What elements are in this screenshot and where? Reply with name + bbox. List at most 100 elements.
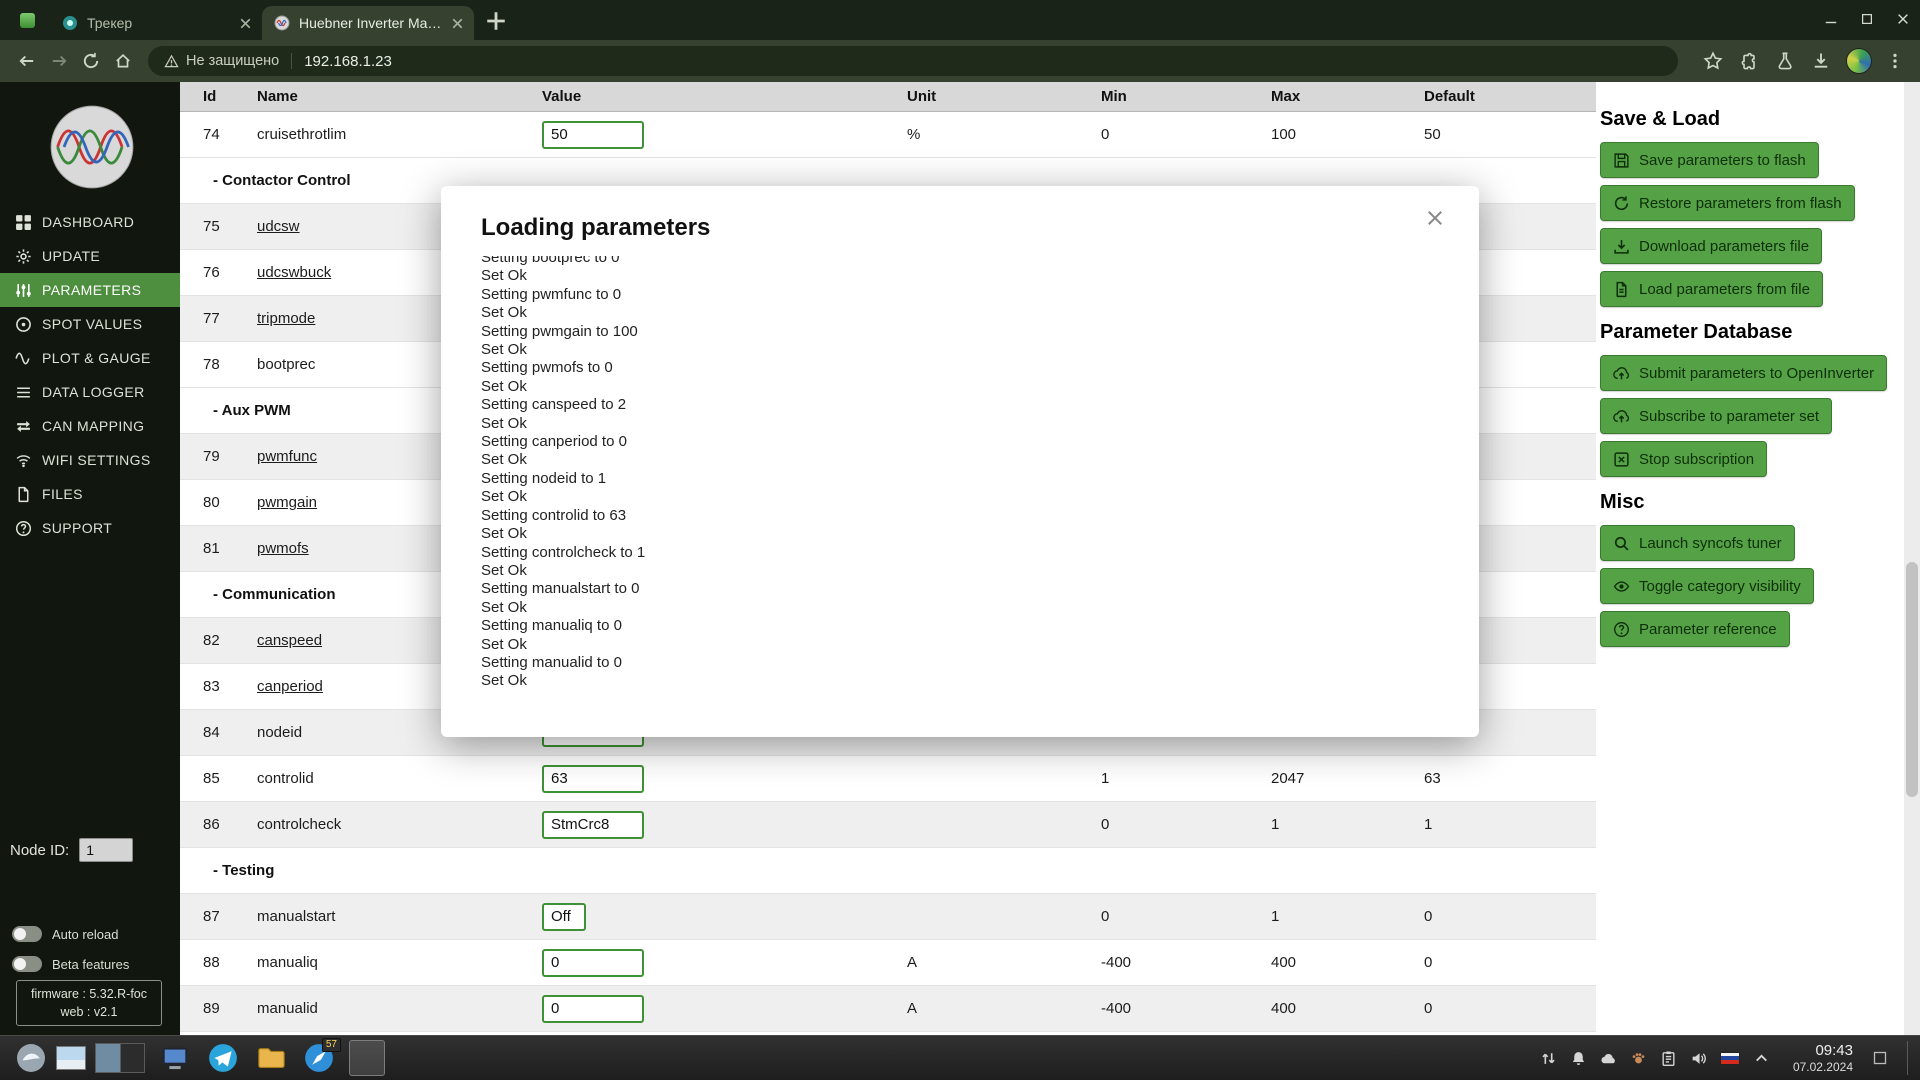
- show-desktop-edge[interactable]: [1907, 1041, 1914, 1075]
- window-menu-icon[interactable]: [14, 7, 40, 33]
- address-bar[interactable]: Не защищено 192.168.1.23: [148, 46, 1678, 76]
- close-window-icon[interactable]: [1896, 12, 1910, 26]
- save-parameters-to-flash-button[interactable]: Save parameters to flash: [1600, 142, 1819, 178]
- new-tab-button[interactable]: [482, 7, 510, 35]
- notifications-bell-icon[interactable]: [1570, 1050, 1587, 1067]
- param-value-input[interactable]: [542, 765, 644, 793]
- workspace-pager[interactable]: [95, 1043, 145, 1073]
- log-line: Set Ok: [481, 636, 1439, 654]
- sidebar-item-files[interactable]: FILES: [0, 477, 180, 511]
- log-line: Set Ok: [481, 599, 1439, 617]
- page-scrollbar[interactable]: [1904, 82, 1920, 1035]
- sidebar-item-support[interactable]: SUPPORT: [0, 511, 180, 545]
- sidebar-item-spot-values[interactable]: SPOT VALUES: [0, 307, 180, 341]
- log-line: Setting manualid to 0: [481, 654, 1439, 672]
- node-id-input[interactable]: [79, 838, 133, 862]
- sidebar-item-wifi-settings[interactable]: WIFI SETTINGS: [0, 443, 180, 477]
- bookmark-star-icon[interactable]: [1700, 48, 1726, 74]
- download-parameters-file-button[interactable]: Download parameters file: [1600, 228, 1822, 264]
- tab-close-icon[interactable]: [449, 15, 466, 32]
- show-desktop-icon[interactable]: [1872, 1050, 1888, 1066]
- section-label: - Aux PWM: [213, 402, 291, 419]
- clipboard-icon[interactable]: [1660, 1050, 1677, 1067]
- param-value-cell: [542, 995, 907, 1023]
- workspace-1[interactable]: [96, 1044, 120, 1072]
- clock: 09:43 07.02.2024: [1793, 1042, 1853, 1074]
- modal-close-icon[interactable]: [1425, 208, 1445, 228]
- tab-title: Трекер: [87, 15, 231, 31]
- log-line: Set Ok: [481, 304, 1439, 322]
- taskbar-terminal-icon[interactable]: [157, 1040, 193, 1076]
- param-value-input[interactable]: [542, 121, 644, 149]
- spot-values-icon: [15, 316, 32, 333]
- network-updown-icon[interactable]: [1540, 1050, 1557, 1067]
- param-max: 400: [1271, 1000, 1424, 1017]
- submit-parameters-to-openinverter-button[interactable]: Submit parameters to OpenInverter: [1600, 355, 1887, 391]
- sidebar-item-data-logger[interactable]: DATA LOGGER: [0, 375, 180, 409]
- reload-icon[interactable]: [76, 46, 106, 76]
- file-icon: [1613, 281, 1630, 298]
- start-menu-icon[interactable]: [15, 1042, 47, 1074]
- button-label: Launch syncofs tuner: [1639, 535, 1782, 552]
- restore-parameters-from-flash-button[interactable]: Restore parameters from flash: [1600, 185, 1855, 221]
- button-label: Subscribe to parameter set: [1639, 408, 1819, 425]
- notification-badge: 57: [322, 1038, 341, 1052]
- extensions-puzzle-icon[interactable]: [1736, 48, 1762, 74]
- beta-features-toggle[interactable]: [12, 956, 42, 972]
- sidebar-item-parameters[interactable]: PARAMETERS: [0, 273, 180, 307]
- param-id: 83: [203, 678, 257, 695]
- maximize-icon[interactable]: [1860, 12, 1874, 26]
- param-value-input[interactable]: [542, 903, 586, 931]
- param-max: 1: [1271, 908, 1424, 925]
- launch-syncofs-tuner-button[interactable]: Launch syncofs tuner: [1600, 525, 1795, 561]
- security-label: Не защищено: [186, 53, 279, 69]
- taskbar-chromium-icon[interactable]: [349, 1040, 385, 1076]
- taskbar-messenger-icon[interactable]: [205, 1040, 241, 1076]
- table-row: 85controlid1204763: [180, 756, 1596, 802]
- paw-app-icon[interactable]: [1630, 1050, 1647, 1067]
- param-id: 88: [203, 954, 257, 971]
- home-icon[interactable]: [108, 46, 138, 76]
- param-name: manualstart: [257, 908, 542, 925]
- forward-icon[interactable]: [44, 46, 74, 76]
- load-parameters-from-file-button[interactable]: Load parameters from file: [1600, 271, 1823, 307]
- param-value-input[interactable]: [542, 949, 644, 977]
- cloud-sync-icon[interactable]: [1600, 1050, 1617, 1067]
- browser-tab[interactable]: Huebner Inverter Managem: [262, 6, 474, 40]
- browser-tab[interactable]: Трекер: [50, 6, 262, 40]
- files-icon: [15, 486, 32, 503]
- param-value-input[interactable]: [542, 811, 644, 839]
- update-icon: [15, 248, 32, 265]
- sidebar-item-plot-gauge[interactable]: PLOT & GAUGE: [0, 341, 180, 375]
- minimize-icon[interactable]: [1824, 12, 1838, 26]
- downloads-icon[interactable]: [1808, 48, 1834, 74]
- taskbar-browser-compass-icon[interactable]: 57: [301, 1040, 337, 1076]
- volume-icon[interactable]: [1690, 1050, 1707, 1067]
- param-value-cell: [542, 811, 907, 839]
- scrollbar-thumb[interactable]: [1906, 562, 1918, 797]
- tray-expand-chevron-icon[interactable]: [1753, 1050, 1770, 1067]
- subscribe-to-parameter-set-button[interactable]: Subscribe to parameter set: [1600, 398, 1832, 434]
- profile-avatar[interactable]: [1846, 48, 1872, 74]
- security-chip[interactable]: Не защищено: [164, 53, 279, 69]
- back-icon[interactable]: [12, 46, 42, 76]
- param-unit: A: [907, 1000, 1101, 1017]
- taskbar-file-manager-icon[interactable]: [253, 1040, 289, 1076]
- auto-reload-toggle[interactable]: [12, 926, 42, 942]
- experiments-flask-icon[interactable]: [1772, 48, 1798, 74]
- sidebar-item-dashboard[interactable]: DASHBOARD: [0, 205, 180, 239]
- toggle-category-visibility-button[interactable]: Toggle category visibility: [1600, 568, 1814, 604]
- auto-reload-label: Auto reload: [52, 927, 119, 942]
- tab-close-icon[interactable]: [237, 15, 254, 32]
- browser-menu-kebab-icon[interactable]: [1882, 48, 1908, 74]
- sidebar-item-update[interactable]: UPDATE: [0, 239, 180, 273]
- keyboard-layout-flag-ru[interactable]: [1720, 1052, 1740, 1065]
- sidebar-item-can-mapping[interactable]: CAN MAPPING: [0, 409, 180, 443]
- desktop-preview-icon[interactable]: [56, 1046, 86, 1070]
- parameter-reference-button[interactable]: Parameter reference: [1600, 611, 1790, 647]
- button-label: Toggle category visibility: [1639, 578, 1801, 595]
- param-value-input[interactable]: [542, 995, 644, 1023]
- firmware-version-box: firmware : 5.32.R-foc web : v2.1: [16, 980, 162, 1026]
- workspace-2[interactable]: [120, 1044, 144, 1072]
- stop-subscription-button[interactable]: Stop subscription: [1600, 441, 1767, 477]
